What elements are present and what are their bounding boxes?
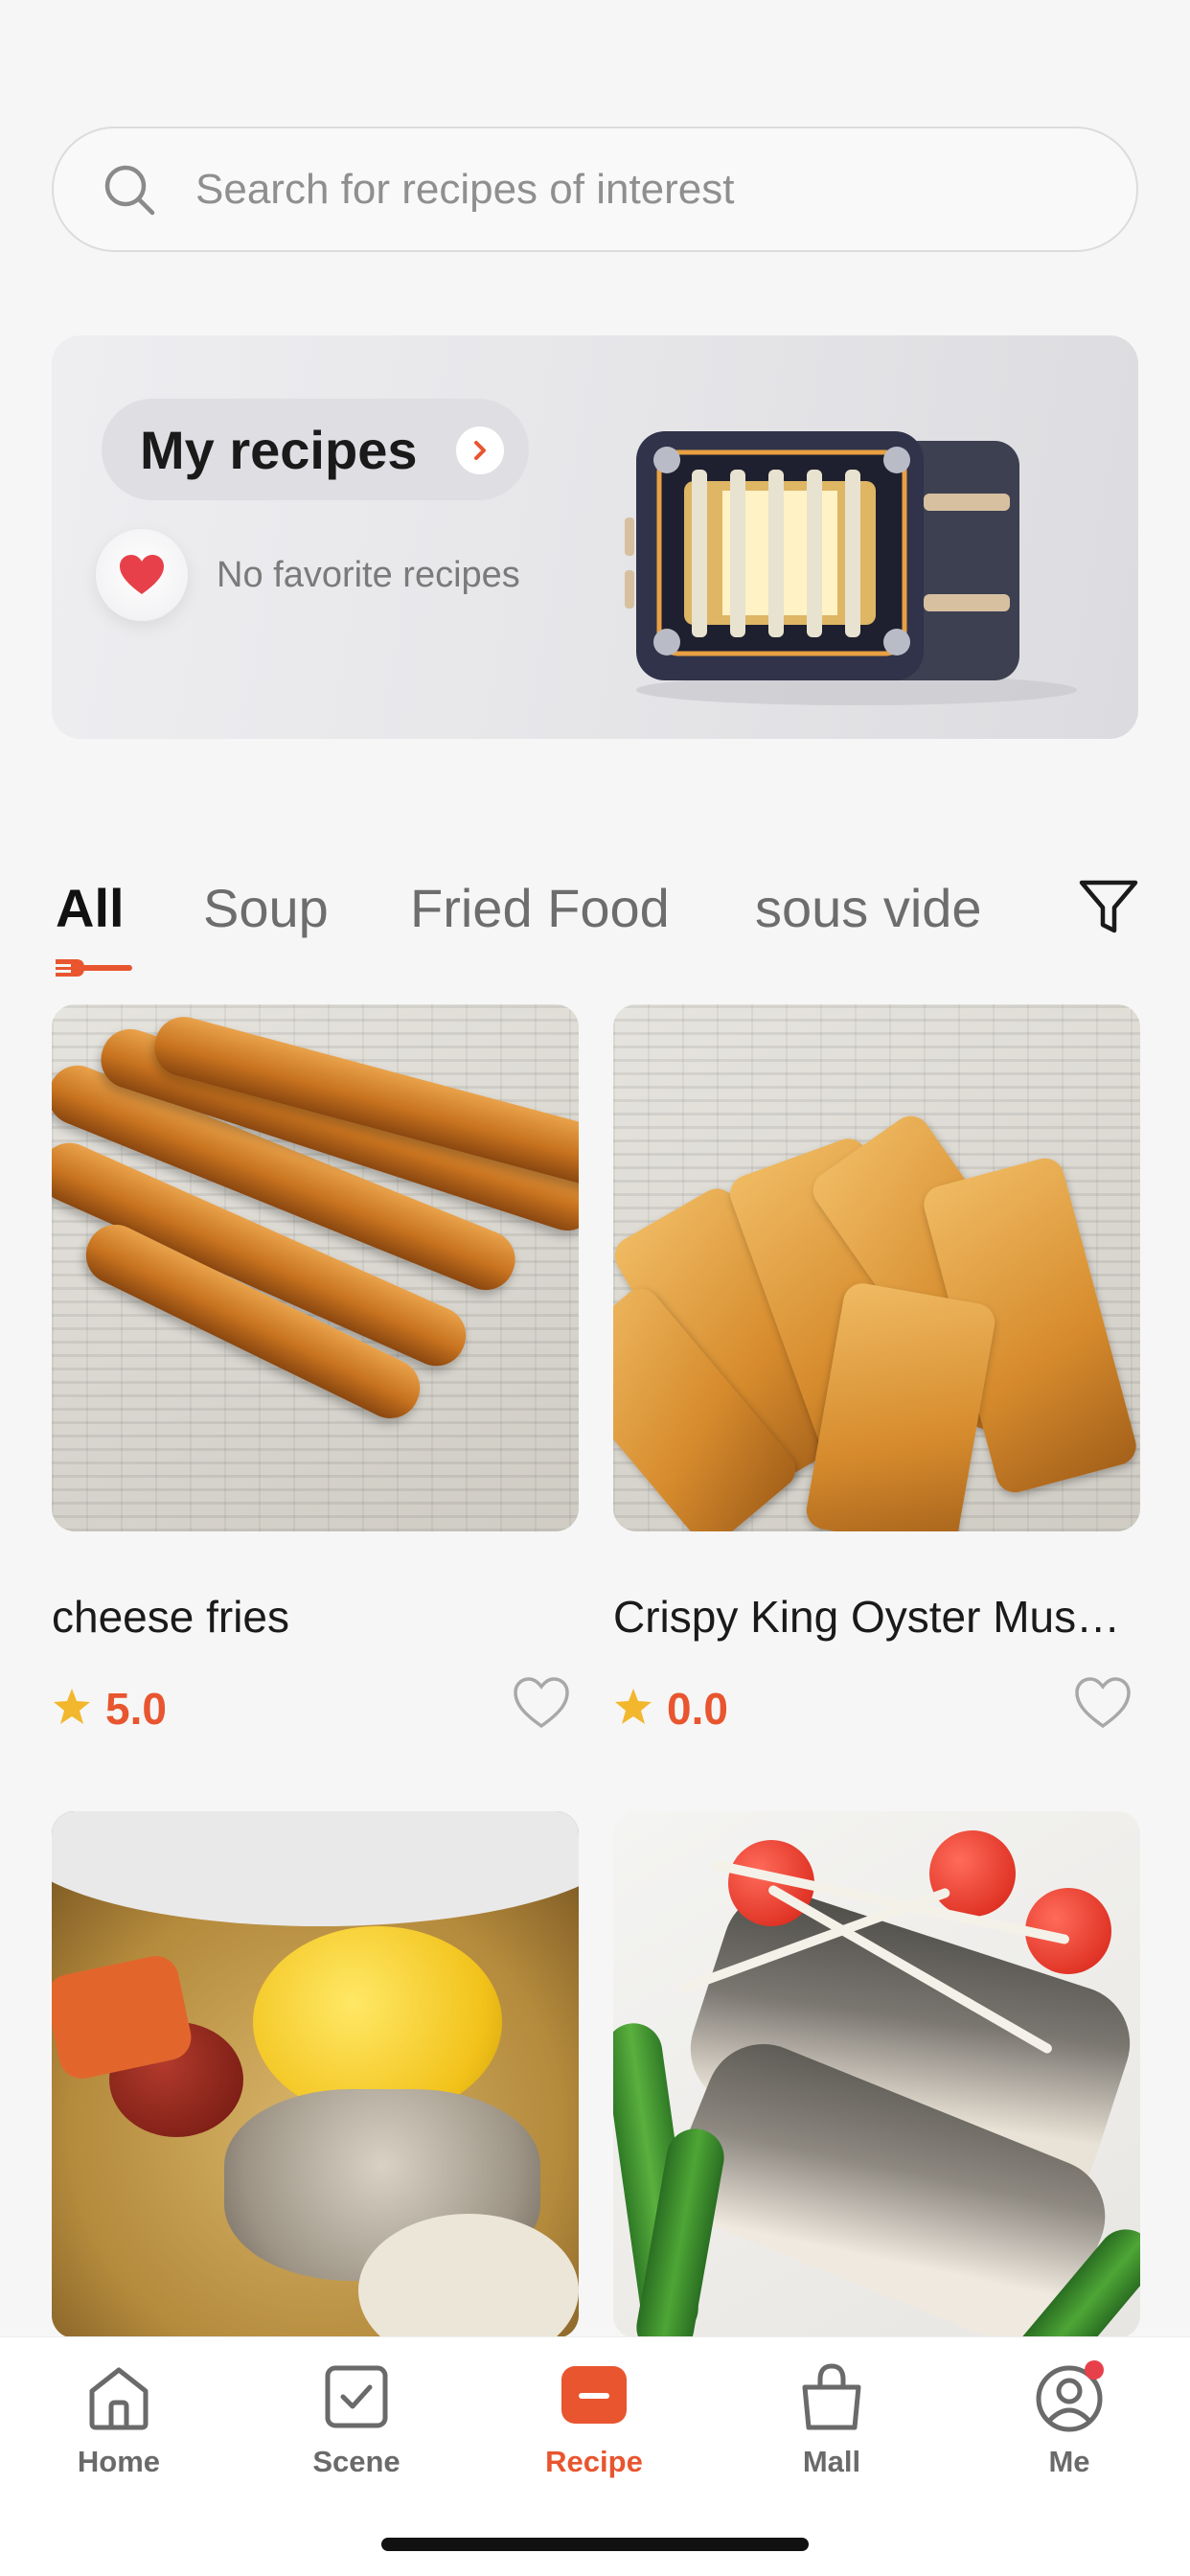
recipe-icon [561,2366,627,2424]
nav-me-label: Me [1048,2445,1090,2478]
tab-all[interactable]: All [56,877,125,939]
rating-value: 0.0 [667,1684,728,1734]
heart-icon [96,529,188,621]
chevron-right-icon [456,426,504,474]
my-recipes-label: My recipes [140,419,418,480]
search-icon [104,165,155,215]
recipe-image[interactable] [52,1004,579,1531]
favorite-status-text: No favorite recipes [217,554,520,595]
my-recipes-banner[interactable]: My recipes No favorite recipes [52,335,1138,739]
recipe-card[interactable] [52,1811,579,2338]
nav-mall-label: Mall [802,2445,861,2478]
search-input[interactable] [195,165,1058,214]
category-tabs: All Soup Fried Food sous vide [56,867,1148,977]
nav-scene[interactable]: Scene [261,2358,452,2479]
favorite-status: No favorite recipes [96,529,520,621]
mall-icon [802,2363,861,2430]
notification-dot [1085,2360,1104,2380]
nav-recipe-label: Recipe [545,2445,643,2478]
recipe-image[interactable] [613,1811,1140,2338]
recipe-card[interactable] [613,1811,1140,2338]
nav-recipe[interactable]: Recipe [498,2358,690,2479]
nav-scene-label: Scene [312,2445,400,2478]
recipe-card[interactable]: cheese fries 5.0 [52,1004,579,1738]
scene-icon [325,2365,388,2428]
tab-sous-vide[interactable]: sous vide [755,877,982,939]
recipe-image[interactable] [52,1811,579,2338]
star-icon [54,1689,90,1724]
toaster-illustration [625,431,1077,705]
recipe-title: Crispy King Oyster Mushroom [613,1592,1140,1642]
nav-home-label: Home [77,2445,161,2478]
nav-me[interactable]: Me [973,2358,1165,2479]
home-indicator [381,2538,809,2551]
recipe-card[interactable]: Crispy King Oyster Mushroom 0.0 [613,1004,1140,1738]
me-icon [1036,2360,1104,2432]
heart-outline-icon[interactable] [1073,1675,1133,1731]
nav-mall[interactable]: Mall [736,2358,927,2479]
heart-outline-icon[interactable] [512,1675,571,1731]
recipe-image[interactable] [613,1004,1140,1531]
nav-home[interactable]: Home [23,2358,215,2479]
search-bar[interactable] [52,126,1138,252]
recipe-title: cheese fries [52,1592,290,1642]
home-icon [89,2367,149,2430]
my-recipes-button[interactable]: My recipes [102,399,529,500]
filter-icon[interactable] [1077,875,1140,938]
tab-fried-food[interactable]: Fried Food [410,877,670,939]
rating-value: 5.0 [105,1684,167,1734]
rating-row: 0.0 [613,1677,1140,1738]
rating-row: 5.0 [52,1677,579,1738]
fork-indicator-icon [56,959,132,977]
tab-soup[interactable]: Soup [203,877,329,939]
star-icon [615,1689,652,1724]
